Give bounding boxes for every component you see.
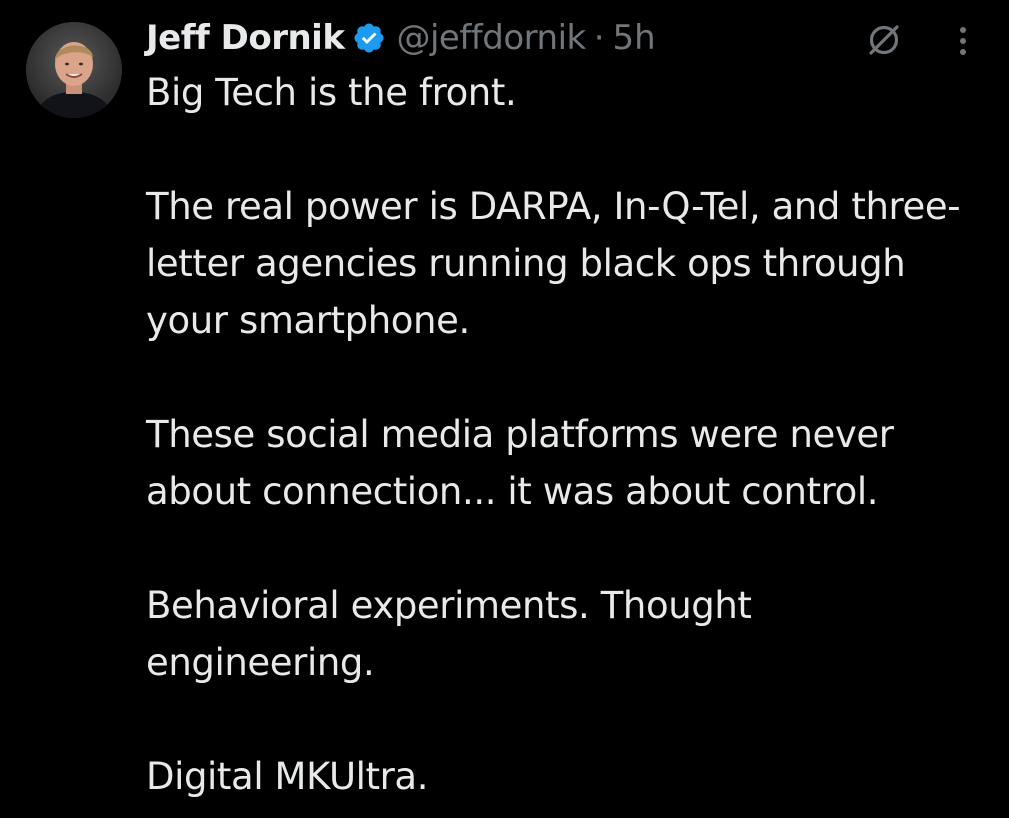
timestamp[interactable]: 5h	[613, 18, 656, 58]
author-name[interactable]: Jeff Dornik	[146, 18, 345, 58]
grok-icon[interactable]	[864, 20, 904, 60]
verified-badge-icon[interactable]	[352, 21, 386, 55]
tweet-paragraph-5: Digital MKUltra.	[146, 755, 429, 798]
avatar[interactable]	[26, 22, 122, 118]
tweet-text: Big Tech is the front. The real power is…	[146, 64, 986, 805]
author-handle[interactable]: @jeffdornik	[396, 18, 586, 58]
separator-dot: ·	[593, 18, 605, 58]
tweet-paragraph-2: The real power is DARPA, In-Q-Tel, and t…	[146, 185, 961, 342]
tweet-paragraph-4: Behavioral experiments. Thought engineer…	[146, 584, 752, 684]
tweet-paragraph-1: Big Tech is the front.	[146, 71, 517, 114]
tweet-paragraph-3: These social media platforms were never …	[146, 413, 894, 513]
user-avatar-icon	[26, 22, 122, 118]
more-vertical-icon[interactable]	[950, 22, 976, 58]
tweet-header: Jeff Dornik @jeffdornik · 5h	[146, 14, 656, 62]
tweet[interactable]: Jeff Dornik @jeffdornik · 5h Big Tech is…	[0, 0, 1009, 818]
